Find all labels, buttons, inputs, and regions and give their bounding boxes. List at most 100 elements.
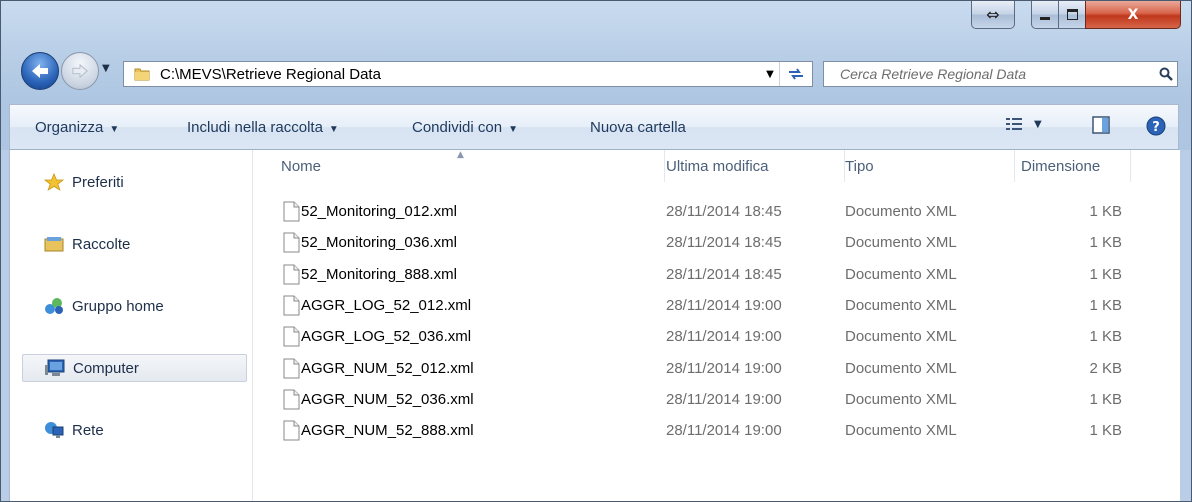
file-row[interactable]: AGGR_NUM_52_036.xml 28/11/2014 19:00 Docum… [253, 385, 1180, 416]
window-frame-right [1179, 150, 1191, 501]
address-dropdown-icon[interactable]: ▼ [761, 69, 779, 80]
search-box[interactable] [823, 61, 1178, 87]
address-path[interactable]: C:\MEVS\Retrieve Regional Data [160, 66, 761, 83]
xml-file-icon [283, 295, 300, 320]
library-icon [44, 235, 64, 253]
include-in-library-button[interactable]: Includi nella raccolta ▼ [187, 119, 339, 136]
file-row[interactable]: AGGR_LOG_52_036.xml 28/11/2014 19:00 Docum… [253, 322, 1180, 353]
refresh-arrows-icon [789, 68, 803, 80]
maximize-button[interactable] [1058, 1, 1086, 29]
close-button[interactable]: X [1085, 1, 1181, 29]
file-size: 1 KB [1089, 328, 1122, 346]
file-type: Documento XML [845, 359, 957, 377]
star-icon [44, 173, 64, 191]
close-icon: X [1127, 6, 1139, 23]
xml-file-icon [283, 326, 300, 351]
nav-item-network[interactable]: Rete [22, 416, 247, 444]
column-header-label: Dimensione [1021, 157, 1101, 175]
column-header-modified[interactable]: Ultima modifica [665, 150, 845, 182]
navigation-pane: Preferiti Raccolte Gruppo home Computer [10, 150, 253, 501]
back-arrow-icon [32, 64, 48, 78]
nav-item-label: Rete [72, 421, 104, 439]
column-header-type[interactable]: Tipo [845, 150, 1015, 182]
file-name: AGGR_NUM_52_888.xml [301, 422, 474, 440]
history-dropdown-icon[interactable]: ▼ [102, 63, 110, 74]
forward-button[interactable] [61, 52, 99, 90]
file-size: 1 KB [1089, 265, 1122, 283]
file-modified: 28/11/2014 19:00 [666, 422, 782, 440]
xml-file-icon [283, 389, 300, 414]
file-modified: 28/11/2014 18:45 [666, 203, 782, 220]
file-size: 2 KB [1089, 359, 1122, 377]
command-bar: Organizza ▼ Includi nella raccolta ▼ Condi… [9, 104, 1179, 150]
file-row[interactable]: 52_Monitoring_888.xml 28/11/2014 18:45 Doc… [253, 260, 1180, 291]
preview-pane-icon [1092, 116, 1110, 134]
file-modified: 28/11/2014 19:00 [666, 390, 782, 408]
change-view-button[interactable]: ▼ [1006, 118, 1042, 130]
column-header-label: Nome [281, 157, 322, 175]
sort-ascending-icon: ▲ [457, 150, 464, 160]
homegroup-icon [44, 297, 64, 315]
file-type: Documento XML [845, 265, 957, 283]
help-icon: ? [1146, 116, 1166, 136]
file-type: Documento XML [845, 422, 957, 440]
file-list: Nome ▲ Ultima modifica Tipo Dimensione 5… [253, 150, 1180, 501]
xml-file-icon [283, 264, 300, 289]
file-type: Documento XML [845, 234, 957, 252]
file-name: 52_Monitoring_888.xml [301, 265, 457, 283]
file-type: Documento XML [845, 328, 957, 346]
column-header-size[interactable]: Dimensione [1015, 150, 1131, 182]
content-area: Preferiti Raccolte Gruppo home Computer [9, 150, 1180, 501]
file-type: Documento XML [845, 296, 957, 314]
file-modified: 28/11/2014 18:45 [666, 265, 782, 283]
minimize-icon [1040, 17, 1050, 20]
maximize-icon [1066, 9, 1078, 20]
svg-text:?: ? [1152, 120, 1160, 135]
file-modified: 28/11/2014 19:00 [666, 328, 782, 346]
nav-item-label: Gruppo home [72, 297, 164, 315]
minimize-button[interactable] [1031, 1, 1059, 29]
xml-file-icon [283, 232, 300, 257]
nav-item-label: Computer [73, 359, 139, 377]
file-type: Documento XML [845, 203, 957, 220]
xml-file-icon [283, 358, 300, 383]
details-view-icon [1006, 118, 1022, 130]
organize-button[interactable]: Organizza ▼ [35, 119, 119, 136]
nav-item-computer[interactable]: Computer [22, 354, 247, 382]
file-size: 1 KB [1089, 422, 1122, 440]
explorer-window: ⇔ X ▼ C:\MEVS\Retrieve Regional Data ▼ C… [0, 0, 1192, 502]
file-row[interactable]: 52_Monitoring_012.xml 28/11/2014 18:45 Doc… [253, 197, 1180, 228]
search-icon[interactable] [1155, 67, 1177, 81]
file-size: 1 KB [1089, 296, 1122, 314]
search-input[interactable] [838, 65, 1155, 83]
network-icon [44, 421, 64, 439]
nav-item-favorites[interactable]: Preferiti [22, 168, 247, 196]
nav-item-homegroup[interactable]: Gruppo home [22, 292, 247, 320]
file-name: AGGR_NUM_52_036.xml [301, 390, 474, 408]
xml-file-icon [283, 420, 300, 445]
file-row[interactable]: AGGR_NUM_52_888.xml 28/11/2014 19:00 Docum… [253, 416, 1180, 447]
file-row[interactable]: AGGR_LOG_52_012.xml 28/11/2014 19:00 Docum… [253, 291, 1180, 322]
file-name: AGGR_NUM_52_012.xml [301, 359, 474, 377]
preview-pane-button[interactable] [1092, 116, 1110, 138]
resize-button[interactable]: ⇔ [971, 1, 1015, 29]
organize-label: Organizza [35, 119, 104, 136]
window-frame-left [1, 150, 9, 501]
file-size: 1 KB [1089, 390, 1122, 408]
computer-icon [45, 359, 65, 377]
back-button[interactable] [21, 52, 59, 90]
new-folder-button[interactable]: Nuova cartella [590, 119, 686, 136]
file-name: 52_Monitoring_012.xml [301, 203, 457, 220]
refresh-button[interactable] [779, 62, 812, 86]
help-button[interactable]: ? [1146, 116, 1166, 140]
file-modified: 28/11/2014 18:45 [666, 234, 782, 252]
share-with-button[interactable]: Condividi con ▼ [412, 119, 518, 136]
nav-item-label: Raccolte [72, 235, 131, 253]
file-row[interactable]: AGGR_NUM_52_012.xml 28/11/2014 19:00 Docum… [253, 354, 1180, 385]
folder-icon [134, 68, 150, 81]
nav-item-libraries[interactable]: Raccolte [22, 230, 247, 258]
file-size: 1 KB [1089, 234, 1122, 252]
file-row[interactable]: 52_Monitoring_036.xml 28/11/2014 18:45 Doc… [253, 228, 1180, 259]
address-bar[interactable]: C:\MEVS\Retrieve Regional Data ▼ [123, 61, 813, 87]
forward-arrow-icon [72, 63, 88, 79]
